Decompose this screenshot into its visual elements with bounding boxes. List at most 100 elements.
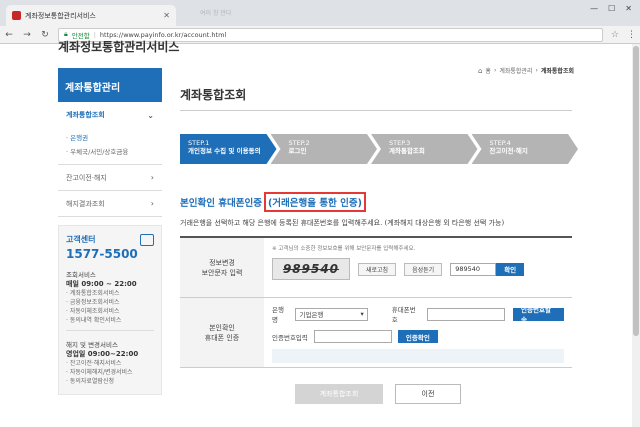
captcha-image: 989540 xyxy=(272,258,350,280)
section-title-highlight: (거래은행을 통한 인증) xyxy=(263,192,366,212)
sidebar: 계좌통합관리 계좌통합조회 ⌄ · 은행권 · 우체국/서민/상호금융 잔고이전… xyxy=(58,68,162,395)
cs-line-text: 금융정보조회서비스 xyxy=(69,299,120,306)
cs-line: · 잔고이전·해지서비스 xyxy=(66,360,122,367)
sidebar-subitem-label: 은행권 xyxy=(70,134,89,142)
customer-center: 고객센터 1577-5500 조회서비스 매일 09:00 ~ 22:00 · … xyxy=(58,225,162,395)
star-icon[interactable]: ☆ xyxy=(611,30,619,40)
close-window-icon[interactable]: ✕ xyxy=(625,4,632,13)
page: 계좌정보통합관리서비스 계좌통합관리 계좌통합조회 ⌄ · 은행권 · 우체국/… xyxy=(0,40,640,427)
phone-input[interactable] xyxy=(426,307,506,321)
close-icon[interactable]: ✕ xyxy=(163,11,170,20)
code-input[interactable] xyxy=(313,330,392,343)
phone-auth-row-label: 본인확인 휴대폰 인증 xyxy=(180,298,264,367)
prev-button[interactable]: 이전 xyxy=(395,384,461,404)
step-1: STEP.1 개인정보 수집 및 이용동의 xyxy=(180,134,277,164)
phone-auth-row: 본인확인 휴대폰 인증 은행명 기업은행 ▾ 휴대폰번호 인증번호발송 인증번호… xyxy=(180,298,572,368)
section-title-text: 본인확인 휴대폰인증 xyxy=(180,198,262,209)
scrollbar-thumb[interactable] xyxy=(633,46,639,336)
step-name: 잔고이전·해지 xyxy=(489,147,528,155)
section-description: 거래은행을 선택하고 해당 은행에 등록된 휴대폰번호를 입력해주세요. (계좌… xyxy=(180,219,505,227)
sidebar-item-label: 잔고이전·해지 xyxy=(66,173,107,182)
sidebar-header: 계좌통합관리 xyxy=(58,68,162,102)
tab-title: 계좌정보통합관리서비스 xyxy=(25,11,96,20)
reload-icon[interactable]: ↻ xyxy=(40,30,50,40)
captcha-controls: 989540 새로고침 음성듣기 989540 확인 xyxy=(272,258,564,280)
cs-line: · 동의내역 확인서비스 xyxy=(66,317,122,324)
chevron-right-icon: › xyxy=(150,199,154,208)
cs-line-text: 잔고이전·해지서비스 xyxy=(69,360,122,367)
sidebar-item-result[interactable]: 해지결과조회 › xyxy=(58,191,162,217)
captcha-confirm-button[interactable]: 확인 xyxy=(496,262,525,276)
sidebar-item-account-inquiry[interactable]: 계좌통합조회 ⌄ xyxy=(58,102,162,128)
site-logo[interactable]: 계좌정보통합관리서비스 xyxy=(58,38,179,55)
code-line: 인증번호입력 인증확인 xyxy=(272,330,564,343)
sidebar-item-label: 해지결과조회 xyxy=(66,199,105,208)
step-indicator: STEP.1 개인정보 수집 및 이용동의 STEP.2 로그인 STEP.3 … xyxy=(180,134,572,164)
cs-phone: 1577-5500 xyxy=(66,247,138,261)
scrollbar[interactable] xyxy=(632,44,640,427)
step-number: STEP.2 xyxy=(288,139,310,147)
sidebar-item-transfer[interactable]: 잔고이전·해지 › xyxy=(58,165,162,191)
verify-button[interactable]: 인증확인 xyxy=(397,330,438,343)
menu-icon[interactable]: ⋮ xyxy=(627,30,636,40)
sidebar-subitem-bank[interactable]: · 은행권 xyxy=(66,130,154,144)
cs-line-text: 계좌통합조회서비스 xyxy=(69,290,120,297)
phone-auth-row-body: 은행명 기업은행 ▾ 휴대폰번호 인증번호발송 인증번호입력 인증확인 xyxy=(264,298,572,367)
page-title: 계좌통합조회 xyxy=(180,88,247,102)
cs-inquiry-label: 조회서비스 xyxy=(66,271,96,279)
step-number: STEP.4 xyxy=(489,139,511,147)
minimize-icon[interactable]: — xyxy=(590,4,598,13)
refresh-button[interactable]: 새로고침 xyxy=(358,262,397,276)
maximize-icon[interactable]: ☐ xyxy=(608,4,615,13)
step-name: 개인정보 수집 및 이용동의 xyxy=(188,147,261,155)
cs-line: · 금융정보조회서비스 xyxy=(66,299,120,306)
cs-line-text: 동의내역 확인서비스 xyxy=(69,317,122,324)
bank-select-value: 기업은행 xyxy=(299,311,324,319)
breadcrumb-home[interactable]: 홈 xyxy=(485,66,491,75)
auth-form: 정보변경 보안문자 입력 ※ 고객님의 소중한 정보보호를 위해 보안문자를 입… xyxy=(180,236,572,368)
form-actions: 계좌통합조회 이전 xyxy=(295,384,461,404)
cs-change-hours: 영업일 09:00~22:00 xyxy=(66,350,139,358)
browser-tabbar: 계좌정보통합관리서비스 ✕ 여러 창 만다 — ☐ ✕ xyxy=(0,0,640,26)
breadcrumb-sep: › xyxy=(493,67,497,74)
cs-line-text: 자동이체해지/변경서비스 xyxy=(69,369,133,376)
send-code-button[interactable]: 인증번호발송 xyxy=(513,306,564,324)
submit-button[interactable]: 계좌통합조회 xyxy=(295,384,383,404)
cs-change-label: 해지 및 변경서비스 xyxy=(66,341,118,349)
step-4: STEP.4 잔고이전·해지 xyxy=(472,134,579,164)
phone-label: 휴대폰번호 xyxy=(391,306,416,324)
chevron-right-icon: › xyxy=(150,173,154,182)
chevron-down-icon: ⌄ xyxy=(147,110,154,120)
forward-icon[interactable]: → xyxy=(22,30,32,40)
captcha-note: ※ 고객님의 소중한 정보보호를 위해 보안문자를 입력해주세요. xyxy=(272,246,416,252)
cs-line-text: 동의자료열람신청 xyxy=(69,378,114,385)
bank-label: 은행명 xyxy=(272,306,284,324)
breadcrumb-sep: › xyxy=(535,67,538,74)
breadcrumb: ⌂ 홈 › 계좌통합관리 › 계좌통합조회 xyxy=(478,66,574,76)
sidebar-subitem-postal[interactable]: · 우체국/서민/상호금융 xyxy=(66,144,154,158)
auth-message-bar xyxy=(272,349,564,363)
cs-line-text: 자동이체조회서비스 xyxy=(69,308,120,315)
bank-select[interactable]: 기업은행 ▾ xyxy=(295,307,368,321)
audio-button[interactable]: 음성듣기 xyxy=(404,262,443,276)
breadcrumb-level1[interactable]: 계좌통합관리 xyxy=(499,66,532,75)
cs-line: · 자동이체조회서비스 xyxy=(66,308,120,315)
divider xyxy=(180,110,572,111)
captcha-input[interactable]: 989540 xyxy=(450,262,497,276)
browser-tab[interactable]: 계좌정보통합관리서비스 ✕ xyxy=(6,5,176,26)
step-name: 계좌통합조회 xyxy=(389,147,425,155)
step-number: STEP.3 xyxy=(389,139,411,147)
section-title: 본인확인 휴대폰인증 (거래은행을 통한 인증) xyxy=(180,192,366,212)
back-icon[interactable]: ← xyxy=(4,30,14,40)
step-name: 로그인 xyxy=(288,147,307,155)
cs-inquiry-hours: 매일 09:00 ~ 22:00 xyxy=(66,280,137,288)
cs-line: · 자동이체해지/변경서비스 xyxy=(66,369,133,376)
captcha-row-body: ※ 고객님의 소중한 정보보호를 위해 보안문자를 입력해주세요. 989540… xyxy=(264,238,572,297)
home-icon[interactable]: ⌂ xyxy=(478,67,482,75)
captcha-row-label: 정보변경 보안문자 입력 xyxy=(180,238,264,297)
breadcrumb-current: 계좌통합조회 xyxy=(540,68,574,75)
step-number: STEP.1 xyxy=(188,139,210,147)
captcha-row: 정보변경 보안문자 입력 ※ 고객님의 소중한 정보보호를 위해 보안문자를 입… xyxy=(180,238,572,298)
sidebar-subitem-label: 우체국/서민/상호금융 xyxy=(70,148,129,156)
bank-phone-line: 은행명 기업은행 ▾ 휴대폰번호 인증번호발송 xyxy=(272,304,564,324)
